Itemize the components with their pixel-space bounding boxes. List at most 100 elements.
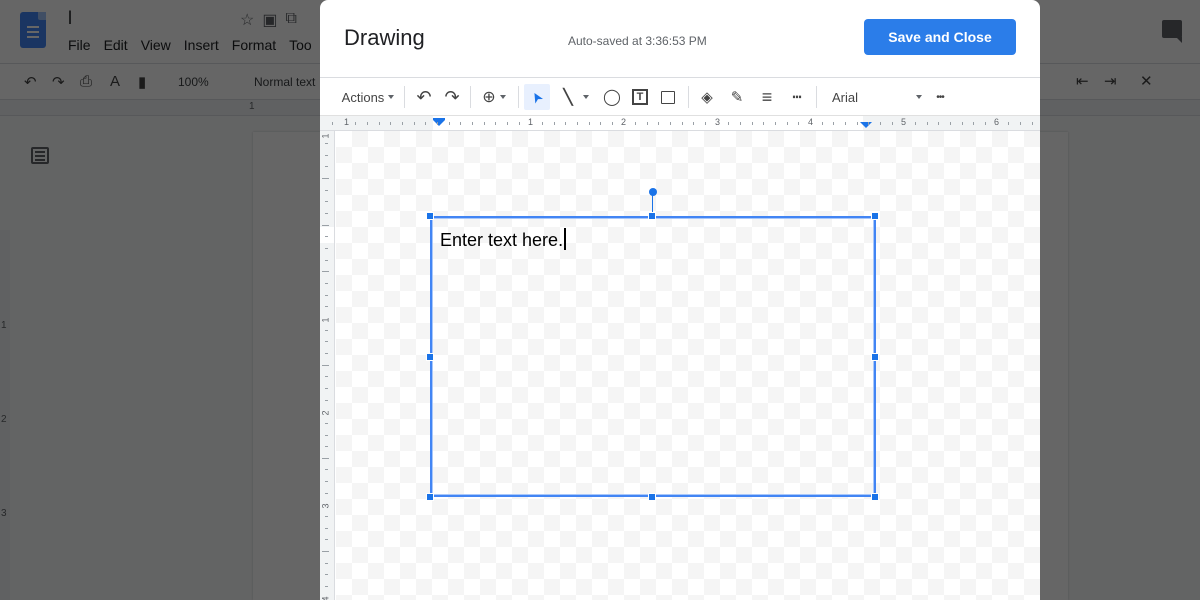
line-icon: ╲ [563, 89, 573, 106]
ruler-tick [322, 458, 329, 459]
ruler-tick [325, 283, 328, 284]
fill-color-button[interactable]: ◈ [694, 84, 720, 110]
resize-handle-left[interactable] [426, 353, 434, 361]
ruler-tick [325, 236, 328, 237]
ruler-tick [325, 341, 328, 342]
actions-label: Actions [341, 89, 385, 105]
more-button[interactable]: ••• [928, 84, 952, 110]
ruler-tick [868, 122, 869, 125]
resize-handle-bottom-right[interactable] [871, 493, 879, 501]
ruler-tick [822, 122, 823, 125]
ruler-tick [589, 122, 590, 125]
ruler-tick [322, 365, 329, 366]
ruler-tick [915, 122, 916, 125]
ruler-tick [325, 435, 328, 436]
resize-handle-top-left[interactable] [426, 212, 434, 220]
text-box-shape[interactable]: Enter text here. [430, 216, 876, 497]
font-select[interactable]: Arial [826, 84, 926, 110]
border-dash-button[interactable]: ┅ [784, 84, 810, 110]
ruler-tick [325, 469, 328, 470]
resize-handle-bottom[interactable] [648, 493, 656, 501]
shape-tool-button[interactable]: ◯ [600, 84, 624, 110]
select-tool-button[interactable]: ➤ [524, 84, 550, 110]
resize-handle-top-right[interactable] [871, 212, 879, 220]
ruler-tick [740, 122, 741, 125]
ruler-tick [495, 122, 496, 125]
ruler-tick [1008, 122, 1009, 125]
border-weight-button[interactable]: ≡ [754, 84, 780, 110]
ruler-tick [437, 122, 438, 125]
ruler-label: 2 [621, 117, 627, 127]
undo-icon: ↶ [416, 86, 432, 107]
ruler-tick [325, 166, 328, 167]
ruler-tick [857, 122, 858, 125]
ruler-tick [325, 143, 328, 144]
ruler-tick [542, 122, 543, 125]
ruler-tick [705, 122, 706, 125]
ruler-tick [682, 122, 683, 125]
ruler-tick [507, 122, 508, 125]
ruler-tick [322, 178, 329, 179]
ruler-tick [325, 388, 328, 389]
image-icon [661, 90, 675, 104]
border-weight-icon: ≡ [761, 86, 773, 107]
vertical-ruler: 1 1 2 3 4 [320, 131, 335, 600]
redo-icon: ↷ [444, 86, 460, 107]
ruler-tick [325, 295, 328, 296]
zoom-button[interactable]: ⊕ [476, 84, 512, 110]
border-color-icon: ✎ [730, 89, 744, 106]
ruler-label: 1 [528, 117, 534, 127]
ruler-tick [325, 423, 328, 424]
ruler-tick [833, 122, 834, 125]
ruler-label: 6 [994, 117, 1000, 127]
ruler-tick [325, 446, 328, 447]
text-box-icon: T [632, 89, 648, 105]
ruler-tick [325, 330, 328, 331]
image-tool-button[interactable] [656, 84, 680, 110]
ruler-tick [763, 122, 764, 125]
text-box-tool-button[interactable]: T [628, 84, 652, 110]
ruler-tick [1032, 122, 1033, 125]
undo-button[interactable]: ↶ [412, 84, 436, 110]
line-tool-button[interactable]: ╲ [556, 84, 596, 110]
ruler-tick [460, 122, 461, 125]
toolbar-divider [518, 86, 519, 108]
zoom-icon: ⊕ [482, 89, 496, 106]
save-and-close-button[interactable]: Save and Close [864, 19, 1016, 55]
right-indent-marker[interactable] [860, 122, 872, 128]
ruler-tick [950, 122, 951, 125]
ruler-tick [798, 122, 799, 125]
ruler-tick [938, 122, 939, 125]
ruler-tick [728, 122, 729, 125]
actions-menu[interactable]: Actions [340, 84, 396, 110]
border-color-button[interactable]: ✎ [724, 84, 750, 110]
redo-button[interactable]: ↷ [440, 84, 464, 110]
toolbar-divider [470, 86, 471, 108]
ruler-tick [600, 122, 601, 125]
ruler-tick [332, 122, 333, 125]
ruler-tick [322, 225, 329, 226]
resize-handle-top[interactable] [648, 212, 656, 220]
ruler-tick [325, 260, 328, 261]
ruler-tick [325, 155, 328, 156]
ruler-tick [449, 122, 450, 125]
ruler-label: 2 [320, 410, 331, 416]
text-box-content[interactable]: Enter text here. [440, 228, 567, 251]
ruler-label: 4 [808, 117, 814, 127]
ruler-label: 4 [320, 596, 331, 600]
horizontal-ruler: 1 1 2 3 4 5 6 [320, 116, 1040, 131]
ruler-tick [577, 122, 578, 125]
ruler-label: 3 [715, 117, 721, 127]
first-line-indent-marker[interactable] [433, 120, 445, 126]
resize-handle-right[interactable] [871, 353, 879, 361]
ruler-tick [414, 122, 415, 125]
ruler-tick [325, 574, 328, 575]
resize-handle-bottom-left[interactable] [426, 493, 434, 501]
ruler-tick [325, 481, 328, 482]
ruler-tick [390, 122, 391, 125]
ruler-tick [379, 122, 380, 125]
rotation-handle[interactable] [649, 188, 657, 196]
ruler-page-area [320, 227, 334, 243]
ruler-tick [325, 400, 328, 401]
screen: l ☆ ▣ ⧉ File Edit View Insert Format Too… [0, 0, 1200, 600]
